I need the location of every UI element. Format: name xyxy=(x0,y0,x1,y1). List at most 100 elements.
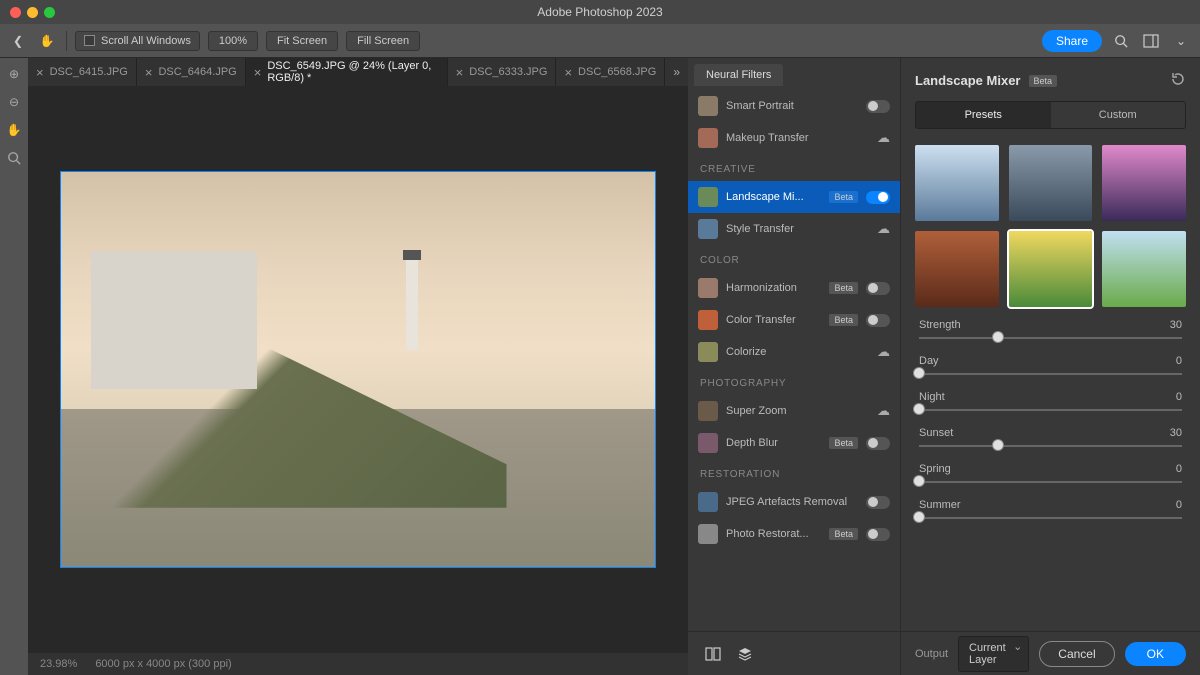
document-tab[interactable]: ×DSC_6415.JPG xyxy=(28,58,137,86)
zoom-out-tool[interactable]: ⊖ xyxy=(4,92,24,112)
slider-value: 0 xyxy=(1176,463,1182,475)
slider-track[interactable] xyxy=(919,445,1182,447)
close-tab-icon[interactable]: × xyxy=(36,65,44,80)
filter-list[interactable]: Smart PortraitMakeup Transfer☁CREATIVELa… xyxy=(688,86,900,631)
close-tab-icon[interactable]: × xyxy=(145,65,153,80)
filter-item[interactable]: Style Transfer☁ xyxy=(688,213,900,245)
filter-thumbnail xyxy=(698,401,718,421)
filter-item[interactable]: JPEG Artefacts Removal xyxy=(688,486,900,518)
filter-toggle[interactable] xyxy=(866,437,890,450)
preset-thumbnail[interactable] xyxy=(1009,231,1093,307)
filter-label: Color Transfer xyxy=(726,314,821,326)
close-window-icon[interactable] xyxy=(10,7,21,18)
filter-item[interactable]: HarmonizationBeta xyxy=(688,272,900,304)
filter-toggle[interactable] xyxy=(866,496,890,509)
share-button[interactable]: Share xyxy=(1042,30,1102,52)
download-icon[interactable]: ☁ xyxy=(877,221,890,237)
preset-thumbnail[interactable] xyxy=(1102,145,1186,221)
filter-item[interactable]: Landscape Mi...Beta xyxy=(688,181,900,213)
slider-thumb[interactable] xyxy=(992,439,1004,451)
slider-track[interactable] xyxy=(919,409,1182,411)
minimize-window-icon[interactable] xyxy=(27,7,38,18)
document-canvas[interactable] xyxy=(60,171,656,568)
download-icon[interactable]: ☁ xyxy=(877,130,890,146)
scroll-all-windows-checkbox[interactable]: Scroll All Windows xyxy=(75,31,200,51)
filter-category-header: COLOR xyxy=(688,245,900,272)
filter-item[interactable]: Super Zoom☁ xyxy=(688,395,900,427)
filter-label: JPEG Artefacts Removal xyxy=(726,496,858,508)
filter-toggle[interactable] xyxy=(866,100,890,113)
cancel-button[interactable]: Cancel xyxy=(1039,641,1114,667)
slider-thumb[interactable] xyxy=(913,475,925,487)
preset-thumbnail[interactable] xyxy=(1102,231,1186,307)
slider-value: 0 xyxy=(1176,391,1182,403)
hand-tool[interactable]: ✋ xyxy=(4,120,24,140)
layers-icon[interactable] xyxy=(734,643,756,665)
preset-thumbnail[interactable] xyxy=(915,145,999,221)
slider-thumb[interactable] xyxy=(913,367,925,379)
filter-item[interactable]: Color Transfer Beta xyxy=(688,304,900,336)
fill-screen-button[interactable]: Fill Screen xyxy=(346,31,420,51)
zoom-tool[interactable] xyxy=(4,148,24,168)
beta-badge: Beta xyxy=(829,282,858,294)
compare-icon[interactable] xyxy=(702,643,724,665)
preset-thumbnail[interactable] xyxy=(1009,145,1093,221)
hand-tool-icon[interactable]: ✋ xyxy=(36,30,58,52)
presets-tab[interactable]: Presets xyxy=(916,102,1051,128)
filter-category-header: PHOTOGRAPHY xyxy=(688,368,900,395)
filter-thumbnail xyxy=(698,524,718,544)
fit-screen-button[interactable]: Fit Screen xyxy=(266,31,338,51)
back-button[interactable]: ❮ xyxy=(8,31,28,51)
filter-item[interactable]: Photo Restorat...Beta xyxy=(688,518,900,550)
slider-label: Summer xyxy=(919,499,961,511)
filter-toggle[interactable] xyxy=(866,191,890,204)
sliders-section: Strength30Day0Night0Sunset30Spring0Summe… xyxy=(901,319,1200,631)
slider-thumb[interactable] xyxy=(992,331,1004,343)
slider-value: 30 xyxy=(1170,319,1182,331)
filter-item[interactable]: Smart Portrait xyxy=(688,90,900,122)
beta-badge: Beta xyxy=(829,437,858,449)
custom-tab[interactable]: Custom xyxy=(1051,102,1186,128)
slider-label: Day xyxy=(919,355,939,367)
search-icon[interactable] xyxy=(1110,30,1132,52)
slider-label: Strength xyxy=(919,319,961,331)
slider-track[interactable] xyxy=(919,481,1182,483)
slider-track[interactable] xyxy=(919,337,1182,339)
chevron-down-icon[interactable]: ⌄ xyxy=(1170,30,1192,52)
slider-thumb[interactable] xyxy=(913,403,925,415)
document-tab[interactable]: ×DSC_6464.JPG xyxy=(137,58,246,86)
neural-filters-tab[interactable]: Neural Filters xyxy=(694,64,783,86)
document-tab[interactable]: ×DSC_6333.JPG xyxy=(448,58,557,86)
beta-badge: Beta xyxy=(829,314,858,326)
download-icon[interactable]: ☁ xyxy=(877,344,890,360)
preset-thumbnail[interactable] xyxy=(915,231,999,307)
slider-label: Sunset xyxy=(919,427,953,439)
filter-category-header: CREATIVE xyxy=(688,154,900,181)
document-tab[interactable]: ×DSC_6568.JPG xyxy=(556,58,665,86)
output-select[interactable]: Current Layer xyxy=(958,636,1029,672)
filter-item[interactable]: Depth BlurBeta xyxy=(688,427,900,459)
close-tab-icon[interactable]: × xyxy=(254,65,262,80)
slider-track[interactable] xyxy=(919,517,1182,519)
slider-track[interactable] xyxy=(919,373,1182,375)
close-tab-icon[interactable]: × xyxy=(564,65,572,80)
titlebar: Adobe Photoshop 2023 xyxy=(0,0,1200,24)
workspace-switcher-icon[interactable] xyxy=(1140,30,1162,52)
checkbox-icon xyxy=(84,35,95,46)
slider-thumb[interactable] xyxy=(913,511,925,523)
reset-icon[interactable] xyxy=(1170,72,1186,89)
tabs-overflow-icon[interactable]: » xyxy=(665,58,688,86)
filter-item[interactable]: Colorize☁ xyxy=(688,336,900,368)
filter-toggle[interactable] xyxy=(866,282,890,295)
close-tab-icon[interactable]: × xyxy=(456,65,464,80)
filter-toggle[interactable] xyxy=(866,314,890,327)
filter-toggle[interactable] xyxy=(866,528,890,541)
document-tab[interactable]: ×DSC_6549.JPG @ 24% (Layer 0, RGB/8) * xyxy=(246,58,448,86)
ok-button[interactable]: OK xyxy=(1125,642,1186,666)
download-icon[interactable]: ☁ xyxy=(877,403,890,419)
slider-strength: Strength 30 xyxy=(919,319,1182,339)
zoom-level-button[interactable]: 100% xyxy=(208,31,258,51)
filter-item[interactable]: Makeup Transfer☁ xyxy=(688,122,900,154)
zoom-in-tool[interactable]: ⊕ xyxy=(4,64,24,84)
maximize-window-icon[interactable] xyxy=(44,7,55,18)
